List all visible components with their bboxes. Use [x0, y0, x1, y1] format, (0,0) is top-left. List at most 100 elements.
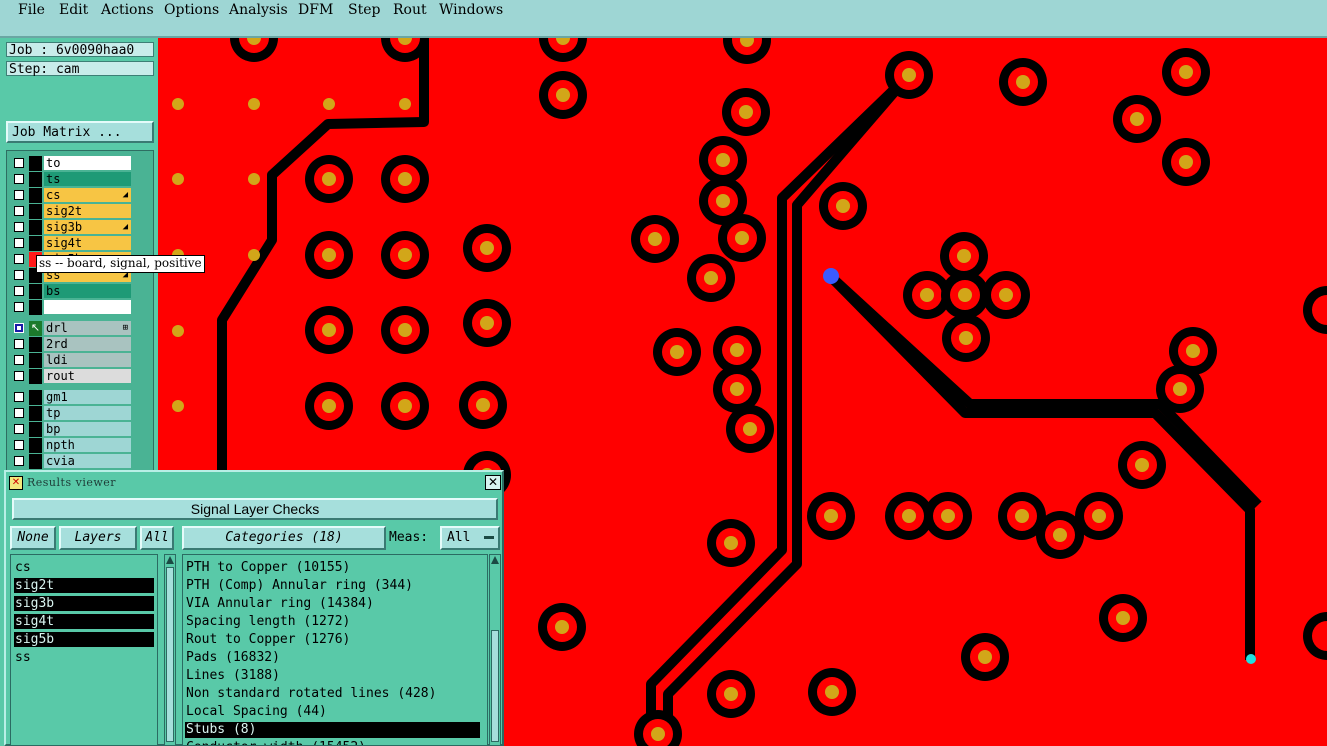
layer-color-swatch[interactable] [29, 406, 42, 421]
pad-drill [902, 509, 916, 523]
layer-row-sig3b[interactable]: sig3b ◢ [10, 220, 131, 235]
results-layer-item[interactable]: sig4t [14, 614, 154, 629]
layer-row-npth[interactable]: npth [10, 438, 131, 453]
all-layers-button[interactable]: All [140, 526, 174, 550]
category-item[interactable]: Rout to Copper (1276) [185, 632, 480, 648]
layer-color-swatch[interactable] [29, 454, 42, 469]
menu-analysis[interactable]: Analysis [229, 1, 288, 19]
category-item[interactable]: Stubs (8) [185, 722, 480, 738]
pad-drill [1130, 112, 1144, 126]
layer-color-swatch[interactable] [29, 369, 42, 384]
category-item[interactable]: PTH (Comp) Annular ring (344) [185, 578, 480, 594]
layer-checkbox[interactable] [14, 286, 24, 296]
results-layer-item[interactable]: sig2t [14, 578, 154, 593]
menu-dfm[interactable]: DFM [298, 1, 333, 19]
pad-drill [957, 249, 971, 263]
layer-color-swatch[interactable] [29, 353, 42, 368]
layer-row-cs[interactable]: cs ◢ [10, 188, 131, 203]
layer-row-rout[interactable]: rout [10, 369, 131, 384]
layer-row-ldi[interactable]: ldi [10, 353, 131, 368]
category-item[interactable]: Non standard rotated lines (428) [185, 686, 480, 702]
layer-row-bs[interactable]: bs [10, 284, 131, 299]
layer-color-swatch[interactable] [29, 337, 42, 352]
layer-row-bp[interactable]: bp [10, 422, 131, 437]
layer-checkbox[interactable] [14, 456, 24, 466]
layer-checkbox[interactable] [14, 408, 24, 418]
layer-list-scrollbar[interactable] [164, 554, 176, 746]
layer-checkbox[interactable] [14, 222, 24, 232]
results-layer-item[interactable]: ss [14, 650, 154, 665]
layer-checkbox[interactable] [14, 424, 24, 434]
layer-row-drl[interactable]: ↖ drl ⊞ [10, 321, 131, 336]
layer-color-swatch[interactable]: ↖ [29, 321, 42, 336]
category-item[interactable]: Pads (16832) [185, 650, 480, 666]
category-item[interactable]: PTH to Copper (10155) [185, 560, 480, 576]
close-icon[interactable]: ✕ [485, 475, 501, 490]
layer-row-tp[interactable]: tp [10, 406, 131, 421]
layer-row-ts[interactable]: ts [10, 172, 131, 187]
layer-checkbox[interactable] [14, 339, 24, 349]
layer-row-to[interactable]: to [10, 156, 131, 171]
layer-row-blank[interactable] [10, 300, 131, 315]
scroll-up-icon[interactable] [166, 556, 174, 564]
categories-button[interactable]: Categories (18) [182, 526, 386, 550]
category-item[interactable]: Local Spacing (44) [185, 704, 480, 720]
category-item[interactable]: Lines (3188) [185, 668, 480, 684]
menu-step[interactable]: Step [348, 1, 380, 19]
smd-dot [248, 173, 260, 185]
layer-checkbox[interactable] [14, 323, 24, 333]
menu-edit[interactable]: Edit [59, 1, 88, 19]
layer-color-swatch[interactable] [29, 300, 42, 315]
layer-checkbox[interactable] [14, 174, 24, 184]
job-matrix-button[interactable]: Job Matrix ... [6, 121, 154, 143]
scroll-up-icon[interactable] [491, 556, 499, 564]
category-item[interactable]: Conductor width (15452) [185, 740, 480, 745]
pad-drill [480, 316, 494, 330]
layer-checkbox[interactable] [14, 371, 24, 381]
layers-button[interactable]: Layers [59, 526, 137, 550]
results-viewer-titlebar[interactable]: ✕ Results viewer ✕ [6, 472, 502, 494]
layer-checkbox[interactable] [14, 190, 24, 200]
layer-color-swatch[interactable] [29, 422, 42, 437]
layer-name: sig2t [44, 204, 131, 218]
layer-flag-icon: ◢ [122, 222, 128, 232]
layer-checkbox[interactable] [14, 158, 24, 168]
category-item[interactable]: VIA Annular ring (14384) [185, 596, 480, 612]
layer-row-sig2t[interactable]: sig2t [10, 204, 131, 219]
layer-row-2rd[interactable]: 2rd [10, 337, 131, 352]
layer-color-swatch[interactable] [29, 438, 42, 453]
scroll-thumb[interactable] [491, 630, 499, 742]
layer-color-swatch[interactable] [29, 156, 42, 171]
menu-rout[interactable]: Rout [393, 1, 427, 19]
menu-options[interactable]: Options [164, 1, 219, 19]
layer-color-swatch[interactable] [29, 188, 42, 203]
scroll-thumb[interactable] [166, 567, 174, 742]
category-list-scrollbar[interactable] [489, 554, 501, 746]
layer-color-swatch[interactable] [29, 220, 42, 235]
layer-checkbox[interactable] [14, 440, 24, 450]
menu-windows[interactable]: Windows [439, 1, 503, 19]
results-layer-item[interactable]: sig3b [14, 596, 154, 611]
layer-color-swatch[interactable] [29, 390, 42, 405]
layer-color-swatch[interactable] [29, 204, 42, 219]
layer-checkbox[interactable] [14, 254, 24, 264]
results-layer-item[interactable]: cs [14, 560, 154, 575]
layer-checkbox[interactable] [14, 302, 24, 312]
menu-actions[interactable]: Actions [101, 1, 154, 19]
layer-color-swatch[interactable] [29, 236, 42, 251]
none-button[interactable]: None [10, 526, 56, 550]
layer-row-cvia[interactable]: cvia [10, 454, 131, 469]
category-item[interactable]: Spacing length (1272) [185, 614, 480, 630]
layer-color-swatch[interactable] [29, 172, 42, 187]
layer-row-gm1[interactable]: gm1 [10, 390, 131, 405]
menu-file[interactable]: File [18, 1, 45, 19]
results-layer-item[interactable]: sig5b [14, 632, 154, 647]
meas-dropdown[interactable]: All [440, 526, 500, 550]
layer-row-sig4t[interactable]: sig4t [10, 236, 131, 251]
layer-checkbox[interactable] [14, 392, 24, 402]
layer-checkbox[interactable] [14, 238, 24, 248]
layer-checkbox[interactable] [14, 206, 24, 216]
layer-color-swatch[interactable] [29, 284, 42, 299]
layer-checkbox[interactable] [14, 270, 24, 280]
layer-checkbox[interactable] [14, 355, 24, 365]
